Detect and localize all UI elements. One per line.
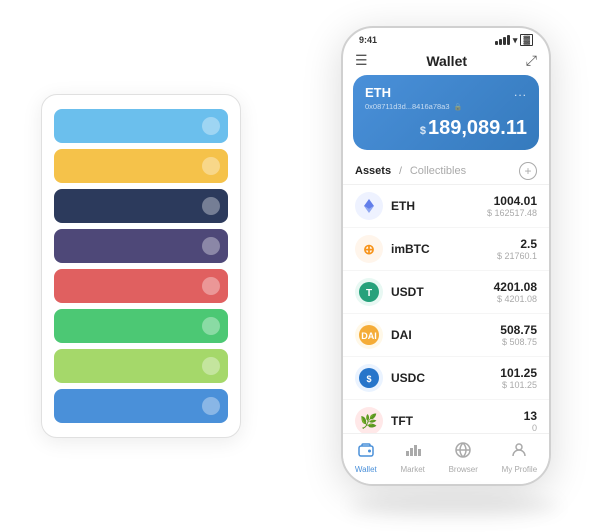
card-dot-4	[202, 277, 220, 295]
usdt-icon: T	[355, 278, 383, 306]
nav-profile[interactable]: My Profile	[502, 442, 538, 474]
card-dot-0	[202, 117, 220, 135]
eth-card-title: ETH	[365, 85, 391, 100]
battery-icon: ▓	[520, 34, 533, 46]
card-stack	[41, 94, 241, 438]
market-nav-icon	[405, 442, 421, 463]
asset-symbol-tft: TFT	[391, 414, 524, 428]
eth-card-header: ETH ...	[365, 85, 527, 100]
assets-header: Assets / Collectibles +	[343, 158, 549, 185]
nav-profile-label: My Profile	[502, 465, 538, 474]
asset-symbol-usdc: USDC	[391, 371, 500, 385]
usdt-amount: 4201.08	[494, 280, 537, 294]
add-asset-button[interactable]: +	[519, 162, 537, 180]
status-time: 9:41	[359, 35, 377, 45]
menu-icon[interactable]: ☰	[355, 52, 368, 69]
list-item[interactable]: ETH 1004.01 $ 162517.48	[343, 185, 549, 228]
nav-wallet-label: Wallet	[355, 465, 377, 474]
card-dot-2	[202, 197, 220, 215]
asset-values-eth: 1004.01 $ 162517.48	[487, 194, 537, 218]
card-dot-6	[202, 357, 220, 375]
imbtc-amount: 2.5	[497, 237, 537, 251]
signal-icon	[495, 35, 510, 45]
card-dot-1	[202, 157, 220, 175]
profile-nav-icon	[511, 442, 527, 463]
eth-card-more[interactable]: ...	[514, 85, 527, 99]
eth-balance-card[interactable]: ETH ... 0x08711d3d...8416a78a3 🔒 $189,08…	[353, 75, 539, 150]
eth-card-address: 0x08711d3d...8416a78a3 🔒	[365, 102, 527, 111]
phone-shadow	[349, 496, 559, 516]
tab-collectibles[interactable]: Collectibles	[410, 165, 466, 177]
usdt-usd: $ 4201.08	[494, 294, 537, 304]
phone-frame: 9:41 ▾ ▓ ☰ Wallet ⤢ ETH ...	[341, 26, 551, 486]
dai-usd: $ 508.75	[500, 337, 537, 347]
bottom-nav: Wallet Market Browser My Profile	[343, 433, 549, 484]
stack-card-4[interactable]	[54, 269, 228, 303]
stack-card-1[interactable]	[54, 149, 228, 183]
dai-amount: 508.75	[500, 323, 537, 337]
tab-separator: /	[399, 166, 402, 177]
app-header: ☰ Wallet ⤢	[343, 50, 549, 75]
nav-market-label: Market	[400, 465, 424, 474]
eth-usd: $ 162517.48	[487, 208, 537, 218]
nav-browser-label: Browser	[449, 465, 478, 474]
nav-market[interactable]: Market	[400, 442, 424, 474]
nav-wallet[interactable]: Wallet	[355, 442, 377, 474]
asset-values-tft: 13 0	[524, 409, 537, 433]
browser-nav-icon	[455, 442, 471, 463]
wifi-icon: ▾	[513, 35, 518, 46]
asset-symbol-dai: DAI	[391, 328, 500, 342]
card-dot-5	[202, 317, 220, 335]
stack-card-2[interactable]	[54, 189, 228, 223]
usdc-amount: 101.25	[500, 366, 537, 380]
tft-usd: 0	[524, 423, 537, 433]
asset-list: ETH 1004.01 $ 162517.48 ⊕ imBTC 2.5 $ 21…	[343, 185, 549, 433]
svg-text:$: $	[366, 374, 371, 384]
eth-amount: 1004.01	[487, 194, 537, 208]
tft-amount: 13	[524, 409, 537, 423]
imbtc-usd: $ 21760.1	[497, 251, 537, 261]
nav-browser[interactable]: Browser	[449, 442, 478, 474]
asset-symbol-imbtc: imBTC	[391, 242, 497, 256]
list-item[interactable]: $ USDC 101.25 $ 101.25	[343, 357, 549, 400]
list-item[interactable]: 🌿 TFT 13 0	[343, 400, 549, 433]
page-title: Wallet	[426, 53, 467, 69]
usdc-usd: $ 101.25	[500, 380, 537, 390]
stack-card-5[interactable]	[54, 309, 228, 343]
asset-symbol-eth: ETH	[391, 199, 487, 213]
svg-text:T: T	[366, 288, 372, 299]
lock-icon: 🔒	[454, 103, 463, 111]
status-bar: 9:41 ▾ ▓	[343, 28, 549, 50]
svg-text:DAI: DAI	[361, 331, 377, 341]
list-item[interactable]: T USDT 4201.08 $ 4201.08	[343, 271, 549, 314]
stack-card-6[interactable]	[54, 349, 228, 383]
asset-values-usdc: 101.25 $ 101.25	[500, 366, 537, 390]
asset-values-imbtc: 2.5 $ 21760.1	[497, 237, 537, 261]
list-item[interactable]: DAI DAI 508.75 $ 508.75	[343, 314, 549, 357]
currency-symbol: $	[420, 125, 426, 137]
stack-card-3[interactable]	[54, 229, 228, 263]
eth-icon	[355, 192, 383, 220]
stack-card-0[interactable]	[54, 109, 228, 143]
dai-icon: DAI	[355, 321, 383, 349]
assets-tabs: Assets / Collectibles	[355, 165, 466, 177]
wallet-nav-icon	[358, 442, 374, 463]
eth-balance: $189,089.11	[365, 117, 527, 140]
list-item[interactable]: ⊕ imBTC 2.5 $ 21760.1	[343, 228, 549, 271]
asset-values-usdt: 4201.08 $ 4201.08	[494, 280, 537, 304]
card-dot-3	[202, 237, 220, 255]
stack-card-7[interactable]	[54, 389, 228, 423]
tft-icon: 🌿	[355, 407, 383, 433]
asset-symbol-usdt: USDT	[391, 285, 494, 299]
tab-assets[interactable]: Assets	[355, 165, 391, 177]
usdc-icon: $	[355, 364, 383, 392]
asset-values-dai: 508.75 $ 508.75	[500, 323, 537, 347]
status-icons: ▾ ▓	[495, 34, 533, 46]
expand-icon[interactable]: ⤢	[526, 52, 537, 69]
card-dot-7	[202, 397, 220, 415]
imbtc-icon: ⊕	[355, 235, 383, 263]
